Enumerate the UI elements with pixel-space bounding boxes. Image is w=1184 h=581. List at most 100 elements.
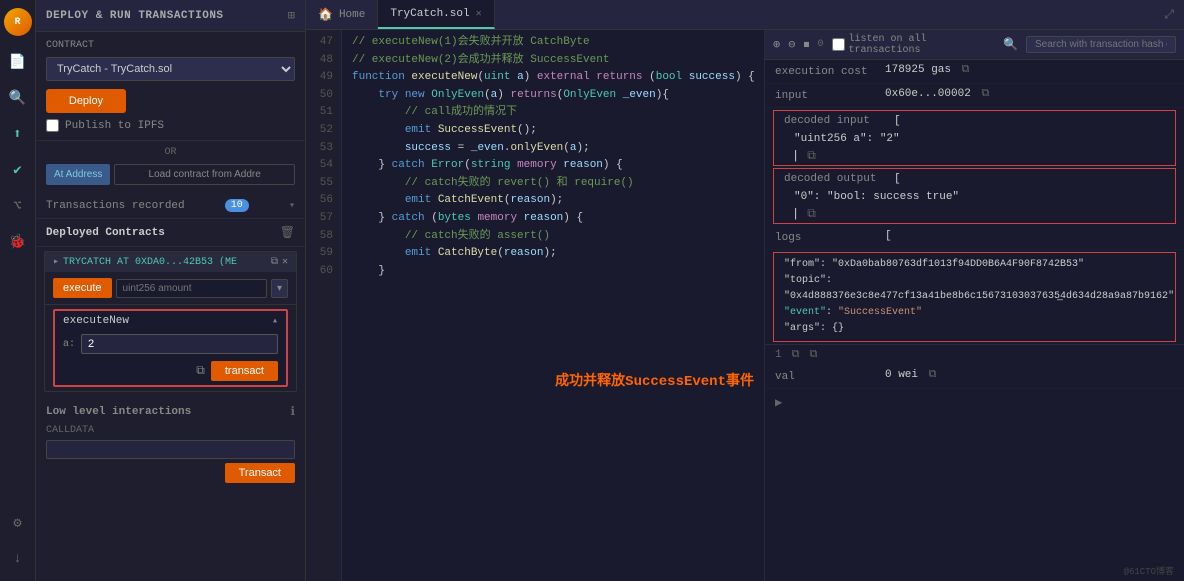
transact-button[interactable]: transact (211, 361, 278, 381)
log-from-line: "from": "0xDa0bab80763df1013f94DD0B6A4F9… (784, 257, 1165, 273)
close-tab-icon[interactable]: ✕ (476, 8, 482, 20)
trycatch-tab-label: TryCatch.sol (390, 8, 469, 20)
contract-select[interactable]: TryCatch - TryCatch.sol (46, 57, 295, 81)
transact-row: ⧉ transact (55, 357, 286, 385)
close-instance-icon[interactable]: ✕ (282, 256, 288, 268)
low-level-info-icon[interactable]: ℹ (290, 404, 295, 419)
transact-low-button[interactable]: Transact (225, 463, 295, 483)
nav-deploy-icon[interactable]: ⬆ (8, 124, 28, 144)
main-area: 🏠 Home TryCatch.sol ✕ ⤢ 4748495051 52535… (306, 0, 1184, 581)
instance-chevron-icon[interactable]: ▸ (53, 256, 59, 268)
calldata-input[interactable] (46, 440, 295, 459)
footer-index: 1 (775, 349, 782, 361)
panel-menu-icon[interactable]: ⊞ (288, 8, 295, 23)
editor-output-container: 4748495051 5253545556 57585960 // execut… (306, 30, 1184, 581)
nav-search-icon[interactable]: 🔍 (8, 88, 28, 108)
tab-home[interactable]: 🏠 Home (306, 0, 378, 29)
load-button[interactable]: Load contract from Addre (114, 164, 295, 185)
log-topic-line: "topic": "0x4d888376e3c8e477cf13a41be8b6… (784, 273, 1165, 305)
val-label: val (775, 369, 885, 383)
copy-val-icon[interactable]: ⧉ (929, 369, 937, 381)
contract-instance: ▸ TRYCATCH AT 0XDA0...42B53 (ME ⧉ ✕ exec… (44, 251, 297, 392)
execution-cost-value: 178925 gas ⧉ (885, 64, 1174, 76)
decoded-input-row: decoded input [ (774, 111, 1175, 131)
param-a-row: a: (55, 331, 286, 357)
low-level-section: Low level interactions ℹ CALLDATA Transa… (36, 396, 305, 491)
log-event-line: "event": "SuccessEvent" (784, 305, 1165, 321)
tab-trycatch[interactable]: TryCatch.sol ✕ (378, 0, 494, 29)
decoded-output-bracket: [ (894, 173, 1165, 185)
amount-input[interactable] (116, 279, 267, 298)
copy-execution-cost-icon[interactable]: ⧉ (962, 64, 970, 76)
publish-ipfs-label: Publish to IPFS (65, 120, 164, 132)
panel-title: DEPLOY & RUN TRANSACTIONS (46, 10, 224, 22)
param-a-input[interactable] (81, 334, 278, 354)
copy-log-icon[interactable]: ⧉ (792, 349, 800, 361)
output-bottom-space: ▶ (765, 389, 1184, 416)
executeNew-section: executeNew ▴ a: ⧉ transact (53, 309, 288, 387)
input-row: input 0x60e...00002 ⧉ (765, 84, 1184, 108)
output-toolbar: ⊕ ⊖ ⏹ 0 listen on all transactions 🔍 (765, 30, 1184, 60)
tx-chevron-icon[interactable]: ▾ (289, 200, 295, 212)
nav-files-icon[interactable]: 📄 (8, 52, 28, 72)
log-args-line: "args": {} (784, 321, 1165, 337)
copy-address-icon[interactable]: ⧉ (271, 256, 278, 268)
listen-checkbox[interactable] (832, 38, 845, 51)
execute-button[interactable]: execute (53, 278, 112, 298)
zoom-in-icon[interactable]: ⊕ (773, 37, 780, 52)
execute-chevron-button[interactable]: ▾ (271, 279, 288, 298)
copy-log2-icon[interactable]: ⧉ (809, 349, 817, 361)
decoded-input-bracket: [ (894, 115, 1165, 127)
left-panel: DEPLOY & RUN TRANSACTIONS ⊞ CONTRACT Try… (36, 0, 306, 581)
contract-section: CONTRACT TryCatch - TryCatch.sol Deploy … (36, 32, 305, 141)
input-label: input (775, 88, 885, 102)
deployed-contracts-header: Deployed Contracts 🗑 (36, 219, 305, 247)
tx-recorded-label: Transactions recorded (46, 200, 185, 212)
home-tab-label: Home (339, 9, 365, 21)
deployed-contracts-label: Deployed Contracts (46, 227, 165, 239)
expand-icon[interactable]: ⤢ (1154, 8, 1184, 22)
copy-calldata-icon[interactable]: ⧉ (196, 364, 205, 378)
calldata-label: CALLDATA (46, 425, 295, 436)
output-content: execution cost 178925 gas ⧉ input 0x60e.… (765, 60, 1184, 581)
logs-row: logs [ (765, 226, 1184, 250)
copy-input-icon[interactable]: ⧉ (981, 88, 989, 100)
val-value: 0 wei ⧉ (885, 369, 1174, 381)
nav-debug-icon[interactable]: 🐞 (8, 232, 28, 252)
panel-header: DEPLOY & RUN TRANSACTIONS ⊞ (36, 0, 305, 32)
executeNew-chevron-icon[interactable]: ▴ (272, 315, 278, 327)
output-footer: 1 ⧉ ⧉ (765, 344, 1184, 365)
nav-check-icon[interactable]: ✔ (8, 160, 28, 180)
or-divider: OR (36, 147, 305, 158)
count-zero: 0 (817, 39, 823, 50)
zoom-out-icon[interactable]: ⊖ (788, 37, 795, 52)
copy-decoded-input-icon[interactable]: ⧉ (807, 149, 816, 163)
search-input[interactable] (1026, 36, 1176, 53)
instance-header: ▸ TRYCATCH AT 0XDA0...42B53 (ME ⧉ ✕ (45, 252, 296, 272)
decoded-output-pipe: | (784, 207, 799, 221)
code-content: // executeNew(1)会失败并开放 CatchByte // exec… (342, 30, 764, 581)
watermark: @61CTO博客 (1124, 564, 1174, 577)
at-address-button[interactable]: At Address (46, 164, 110, 185)
nav-settings-icon[interactable]: ⚙ (8, 513, 28, 533)
nav-bottom-icon[interactable]: ↓ (8, 549, 28, 569)
code-editor: 4748495051 5253545556 57585960 // execut… (306, 30, 764, 581)
log-inner: "from": "0xDa0bab80763df1013f94DD0B6A4F9… (774, 253, 1175, 341)
low-level-header: Low level interactions ℹ (46, 404, 295, 419)
decoded-input-block: decoded input [ "uint256 a": "2" | ⧉ (773, 110, 1176, 166)
nav-git-icon[interactable]: ⌥ (8, 196, 28, 216)
line-numbers: 4748495051 5253545556 57585960 (306, 30, 342, 581)
decoded-output-value: "0": "bool: success true" (774, 189, 1175, 205)
copy-decoded-output-icon[interactable]: ⧉ (807, 207, 816, 221)
low-level-label: Low level interactions (46, 406, 191, 418)
instance-icons: ⧉ ✕ (271, 256, 288, 268)
address-section: At Address Load contract from Addre (36, 164, 305, 193)
icon-strip: R 📄 🔍 ⬆ ✔ ⌥ 🐞 ⚙ ↓ (0, 0, 36, 581)
search-icon[interactable]: 🔍 (1003, 37, 1018, 52)
trash-icon[interactable]: 🗑 (280, 225, 295, 240)
contract-label: CONTRACT (46, 40, 295, 51)
decoded-input-label: decoded input (784, 115, 894, 127)
deploy-button[interactable]: Deploy (46, 89, 126, 113)
stop-icon[interactable]: ⏹ (803, 38, 809, 52)
publish-ipfs-checkbox[interactable] (46, 119, 59, 132)
